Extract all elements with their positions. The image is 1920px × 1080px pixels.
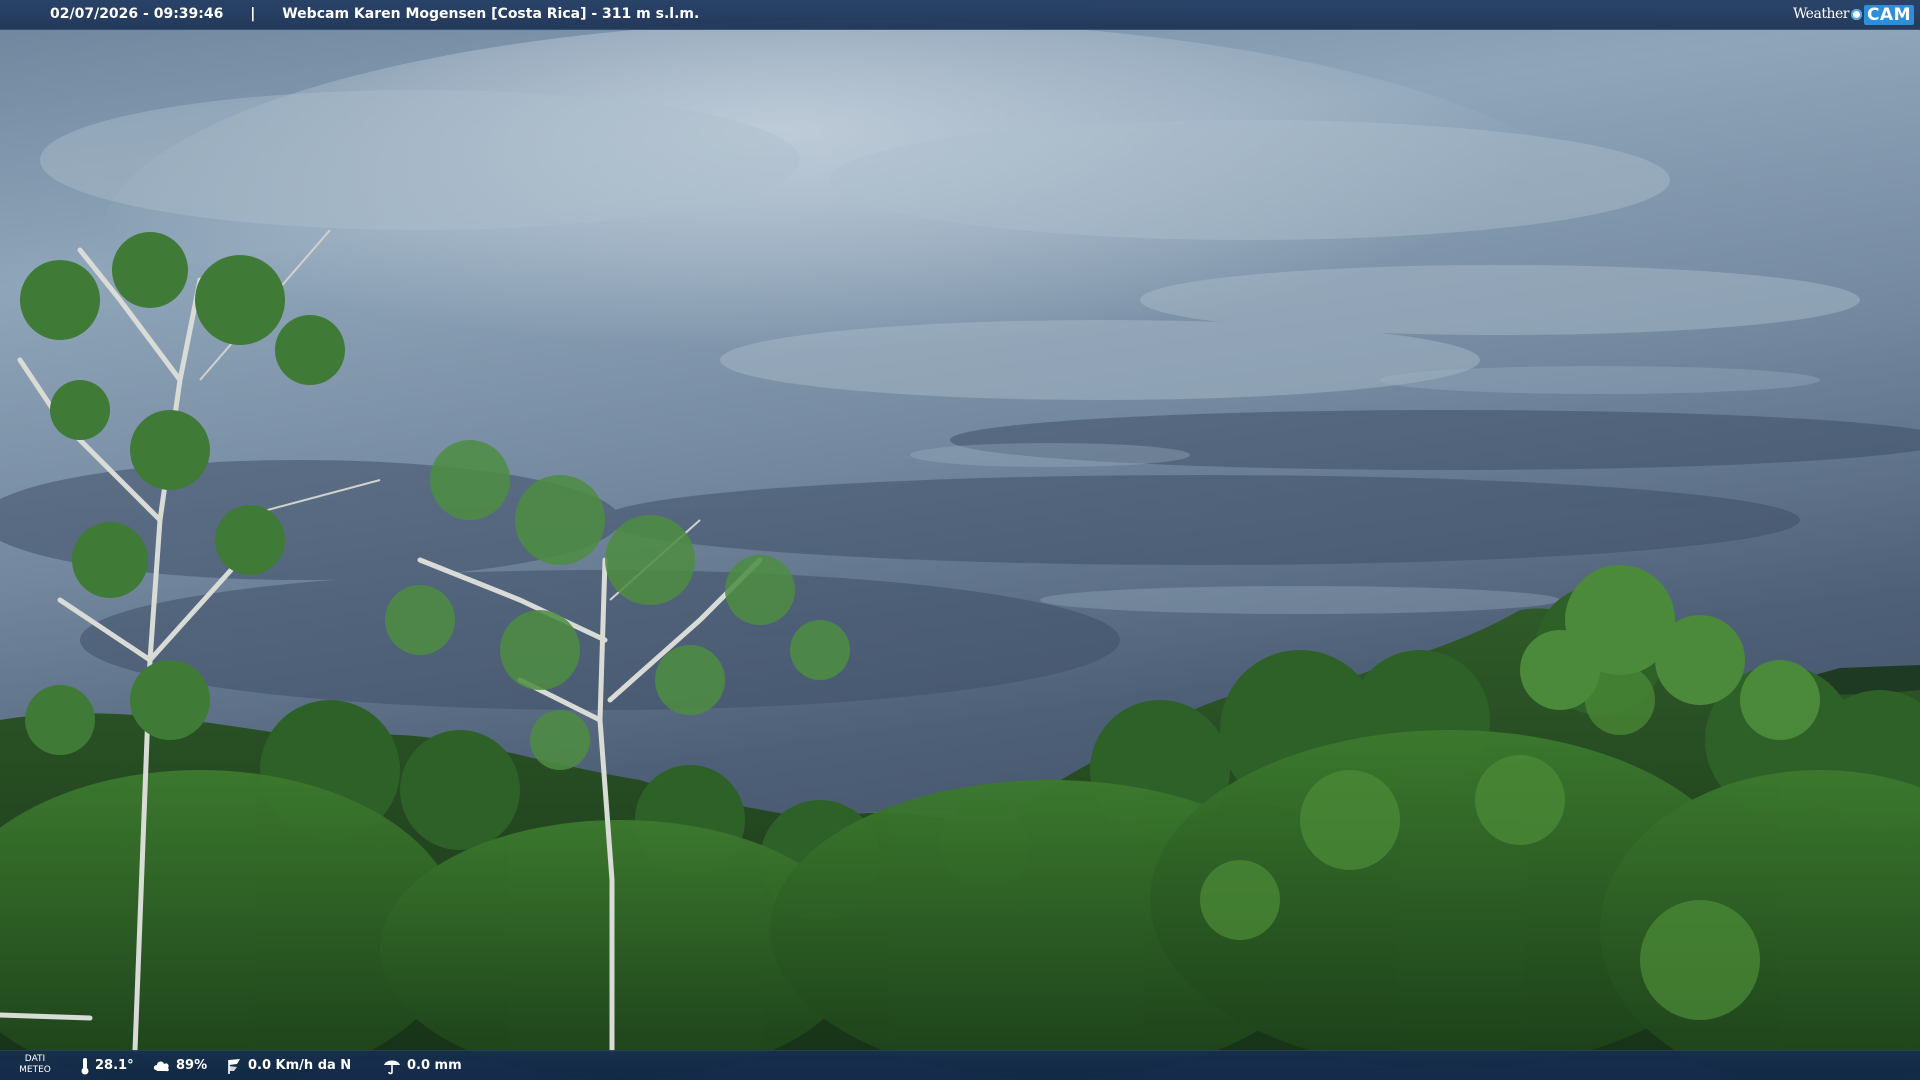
wind-value: 0.0 Km/h da N xyxy=(248,1058,352,1073)
weathercam-logo: Weather CAM xyxy=(1793,0,1914,29)
wind-icon xyxy=(228,1059,240,1074)
dati-meteo-label: DATI METEO xyxy=(15,1054,55,1076)
humidity-reading: 89% xyxy=(153,1051,207,1080)
logo-weather-text: Weather xyxy=(1792,6,1850,22)
thermometer-icon xyxy=(81,1058,89,1075)
rain-value: 0.0 mm xyxy=(407,1058,462,1073)
header-separator: | xyxy=(250,6,256,22)
dati-line-2: METEO xyxy=(19,1065,51,1075)
datetime-label: 02/07/2026 - 09:39:46 xyxy=(50,6,224,22)
logo-dot-icon xyxy=(1850,9,1862,20)
bottom-meteo-bar: DATI METEO 28.1° 89% 0.0 Km/h da N 0.0 m… xyxy=(0,1050,1920,1080)
rain-icon xyxy=(384,1060,400,1075)
temperature-reading: 28.1° xyxy=(80,1051,134,1080)
webcam-title: Webcam Karen Mogensen [Costa Rica] - 311… xyxy=(282,6,700,22)
top-info-bar: 02/07/2026 - 09:39:46 | Webcam Karen Mog… xyxy=(0,0,1920,30)
humidity-value: 89% xyxy=(176,1058,208,1073)
temperature-value: 28.1° xyxy=(95,1058,134,1073)
logo-cam-text: CAM xyxy=(1863,4,1914,25)
webcam-image xyxy=(0,0,1920,1080)
top-info-text: 02/07/2026 - 09:39:46 | Webcam Karen Mog… xyxy=(50,0,699,29)
rain-reading: 0.0 mm xyxy=(382,1051,462,1080)
wind-reading: 0.0 Km/h da N xyxy=(225,1051,351,1080)
webcam-frame: 02/07/2026 - 09:39:46 | Webcam Karen Mog… xyxy=(0,0,1920,1080)
humidity-icon xyxy=(153,1061,169,1072)
dati-line-1: DATI xyxy=(24,1054,46,1064)
